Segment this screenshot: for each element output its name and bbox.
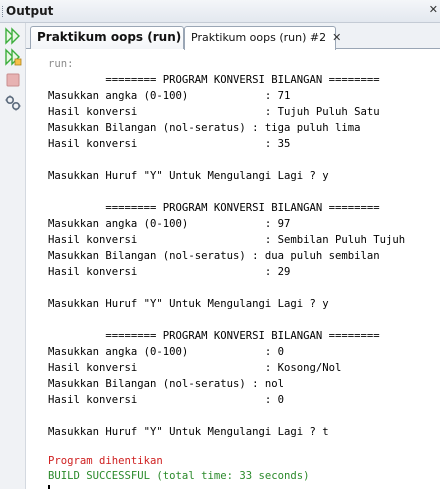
console-line: Hasil konversi : 35 (48, 138, 291, 150)
console-line: Masukkan angka (0-100) : 97 (48, 218, 291, 230)
console-line: Masukkan Bilangan (nol-seratus) : nol (48, 378, 284, 390)
console-line: ======== PROGRAM KONVERSI BILANGAN =====… (48, 202, 380, 214)
rerun-with-different-parameters-icon[interactable] (4, 48, 22, 66)
console-line: Hasil konversi : 0 (48, 394, 284, 406)
output-window-title: Output (6, 4, 54, 18)
console-line: Masukkan angka (0-100) : 71 (48, 90, 291, 102)
tab-praktikum-oops-run-2[interactable]: Praktikum oops (run) #2 ✕ (184, 26, 341, 50)
rerun-icon[interactable] (4, 27, 22, 45)
console-line-stopped: Program dihentikan (48, 455, 163, 467)
console-line: Hasil konversi : Tujuh Puluh Satu (48, 106, 380, 118)
close-icon[interactable]: ✕ (429, 3, 438, 16)
console-line: ======== PROGRAM KONVERSI BILANGAN =====… (48, 74, 380, 86)
console-line: run: (48, 58, 74, 70)
settings-icon[interactable] (4, 94, 22, 112)
console-line: Masukkan Bilangan (nol-seratus) : tiga p… (48, 122, 361, 134)
console-line: ======== PROGRAM KONVERSI BILANGAN =====… (48, 330, 380, 342)
console-line: Hasil konversi : 29 (48, 266, 291, 278)
console-line: Masukkan angka (0-100) : 0 (48, 346, 284, 358)
output-tab-strip: Praktikum oops (run)✕ Praktikum oops (ru… (26, 23, 440, 50)
console-line: Masukkan Huruf "Y" Untuk Mengulangi Lagi… (48, 426, 329, 438)
console-line-build-status: BUILD SUCCESSFUL (total time: 33 seconds… (48, 470, 310, 482)
console-line: Masukkan Huruf "Y" Untuk Mengulangi Lagi… (48, 170, 329, 182)
text-caret (48, 485, 50, 489)
console-line: Masukkan Bilangan (nol-seratus) : dua pu… (48, 250, 380, 262)
output-toolbar (0, 23, 26, 489)
tab-close-icon[interactable]: ✕ (332, 31, 341, 44)
drag-grip-icon[interactable] (2, 6, 5, 17)
tab-label: Praktikum oops (run) (37, 30, 182, 44)
console-line: Hasil konversi : Sembilan Puluh Tujuh (48, 234, 406, 246)
tab-label: Praktikum oops (run) #2 (191, 31, 327, 44)
output-console[interactable]: run: ======== PROGRAM KONVERSI BILANGAN … (27, 50, 440, 489)
console-line: Hasil konversi : Kosong/Nol (48, 362, 342, 374)
console-line: Masukkan Huruf "Y" Untuk Mengulangi Lagi… (48, 298, 329, 310)
stop-icon[interactable] (4, 71, 22, 89)
output-window-titlebar: Output ✕ (0, 0, 440, 23)
tab-praktikum-oops-run[interactable]: Praktikum oops (run)✕ (30, 26, 196, 49)
